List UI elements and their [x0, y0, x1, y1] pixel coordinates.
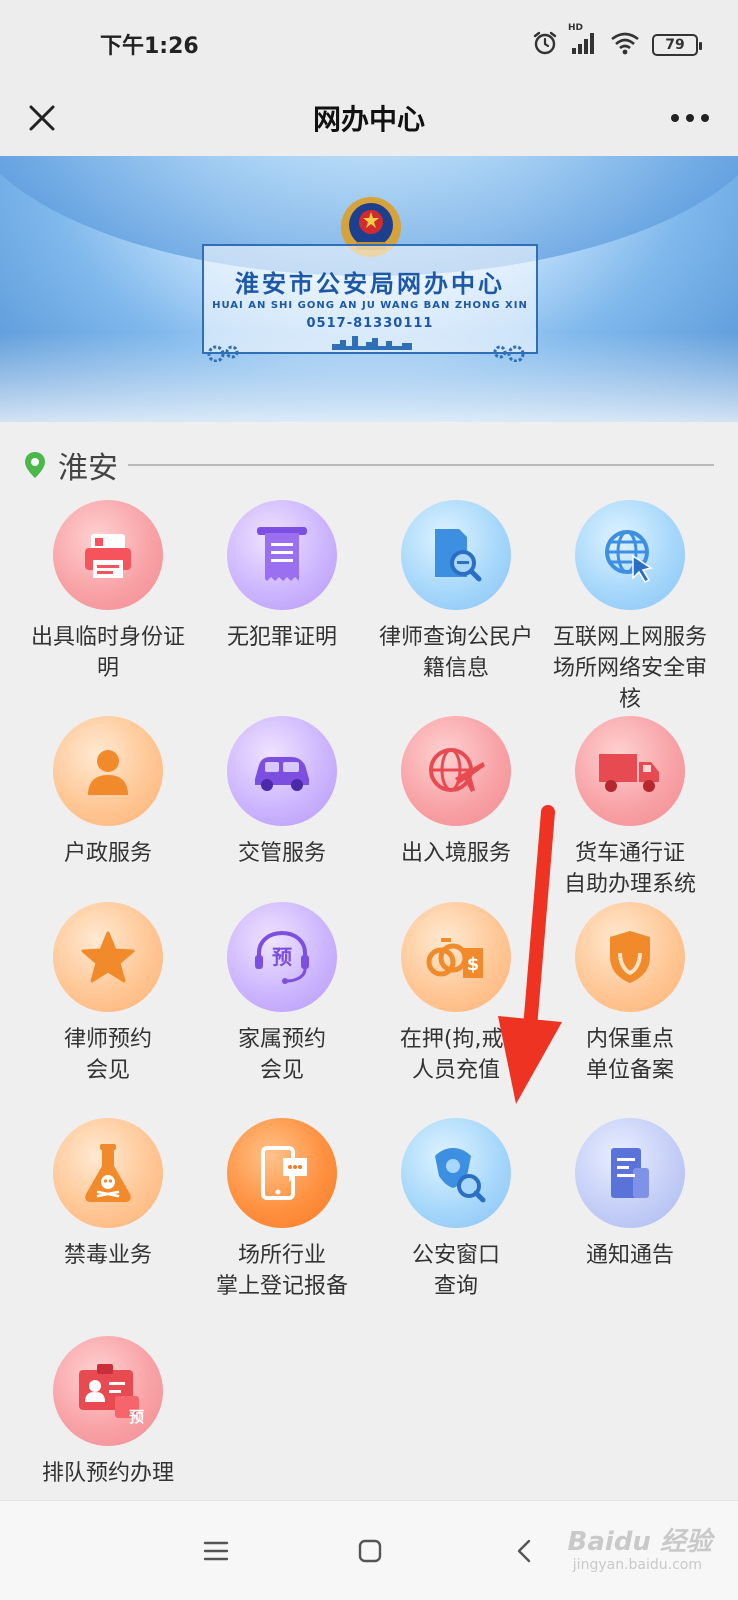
id-card-reserve-text: 预 [129, 1408, 145, 1426]
header-banner: 淮安市公安局网办中心 HUAI AN SHI GONG AN JU WANG B… [0, 156, 738, 422]
id-card-reserve-icon: 预 [53, 1336, 163, 1446]
service-venue-mobile-registration[interactable]: 场所行业 掌上登记报备 [190, 1118, 374, 1302]
poison-flask-icon [53, 1118, 163, 1228]
service-internet-venue-security[interactable]: 互联网上网服务 场所网络安全审 核 [538, 500, 722, 715]
svg-text:$: $ [467, 954, 480, 975]
status-bar: 下午1:26 HD 79 [0, 0, 738, 80]
receipt-icon [227, 500, 337, 610]
hd-label: HD [568, 23, 584, 33]
location-name: 淮安 [58, 451, 118, 486]
service-label: 户政服务 [63, 841, 152, 866]
signal-icon: HD [568, 23, 598, 59]
wifi-icon [610, 31, 640, 59]
service-anti-drug[interactable]: 禁毒业务 [16, 1118, 200, 1271]
back-button[interactable] [504, 1531, 544, 1571]
status-time: 下午1:26 [100, 34, 199, 59]
phone-chat-icon [227, 1118, 337, 1228]
person-icon [53, 716, 163, 826]
more-icon [671, 114, 709, 122]
service-queue-reservation[interactable]: 预 排队预约办理 [16, 1336, 200, 1489]
service-label: 交管服务 [237, 841, 326, 866]
city-skyline-icon [332, 336, 412, 350]
service-temporary-id-proof[interactable]: 出具临时身份证 明 [16, 500, 200, 684]
service-household-registration[interactable]: 户政服务 [16, 716, 200, 869]
car-icon [227, 716, 337, 826]
police-search-icon [401, 1118, 511, 1228]
service-no-criminal-record[interactable]: 无犯罪证明 [190, 500, 374, 653]
battery-level: 79 [665, 37, 685, 53]
service-notices[interactable]: 通知通告 [538, 1118, 722, 1271]
headset-reserve-text: 预 [272, 945, 292, 969]
gear-icon [207, 345, 239, 362]
service-police-window-query[interactable]: 公安窗口 查询 [364, 1118, 548, 1302]
globe-cursor-icon [575, 500, 685, 610]
watermark-brand: Baidu 经验 [567, 1527, 712, 1557]
service-lawyer-appointment[interactable]: 律师预约 会见 [16, 902, 200, 1086]
service-label: 内保重点 单位备案 [585, 1027, 674, 1083]
globe-plane-icon [401, 716, 511, 826]
service-traffic-management[interactable]: 交管服务 [190, 716, 374, 869]
home-button[interactable] [350, 1531, 390, 1571]
service-internal-security-filing[interactable]: 内保重点 单位备案 [538, 902, 722, 1086]
watermark-site: jingyan.baidu.com [572, 1557, 702, 1573]
service-label: 场所行业 掌上登记报备 [215, 1243, 348, 1299]
shield-icon [575, 902, 685, 1012]
banner-phone: 0517-81330111 [306, 316, 434, 331]
document-search-icon [401, 500, 511, 610]
menu-icon [203, 1541, 229, 1561]
banner-plate: 淮安市公安局网办中心 HUAI AN SHI GONG AN JU WANG B… [202, 244, 538, 354]
divider-line [128, 464, 714, 466]
back-chevron-icon [517, 1539, 531, 1563]
more-button[interactable] [660, 94, 720, 142]
service-label: 无犯罪证明 [226, 625, 337, 650]
service-label: 律师预约 会见 [63, 1027, 152, 1083]
printer-icon [53, 500, 163, 610]
service-label: 律师查询公民户 籍信息 [378, 625, 533, 681]
banner-title: 淮安市公安局网办中心 [235, 270, 505, 298]
gear-icon [493, 345, 525, 362]
banner-pinyin: HUAI AN SHI GONG AN JU WANG BAN ZHONG XI… [212, 300, 528, 311]
service-label: 排队预约办理 [41, 1461, 174, 1486]
service-label: 出入境服务 [400, 841, 511, 866]
notice-document-icon [575, 1118, 685, 1228]
title-bar: 网办中心 [0, 80, 738, 156]
service-label: 家属预约 会见 [237, 1027, 326, 1083]
location-section-header: 淮安 [24, 442, 714, 488]
truck-icon [575, 716, 685, 826]
battery-indicator: 79 [652, 34, 702, 56]
menu-button[interactable] [196, 1531, 236, 1571]
system-navigation-bar: Baidu 经验 jingyan.baidu.com [0, 1500, 738, 1600]
headset-icon: 预 [227, 902, 337, 1012]
service-family-appointment[interactable]: 预 家属预约 会见 [190, 902, 374, 1086]
service-label: 通知通告 [585, 1243, 674, 1268]
page-title: 网办中心 [312, 103, 425, 136]
service-label: 公安窗口 查询 [411, 1243, 500, 1299]
location-pin-icon [25, 452, 45, 478]
service-label: 货车通行证 自助办理系统 [563, 841, 696, 897]
service-exit-entry[interactable]: 出入境服务 [364, 716, 548, 869]
status-icons: HD 79 [532, 23, 702, 60]
star-icon [53, 902, 163, 1012]
service-truck-pass[interactable]: 货车通行证 自助办理系统 [538, 716, 722, 900]
service-label: 出具临时身份证 明 [30, 625, 185, 681]
home-square-icon [358, 1539, 382, 1563]
alarm-icon [532, 30, 558, 60]
service-label: 在押(拘,戒) 人员充值 [399, 1027, 513, 1083]
service-label: 互联网上网服务 场所网络安全审 核 [552, 625, 707, 712]
service-lawyer-household-query[interactable]: 律师查询公民户 籍信息 [364, 500, 548, 684]
service-label: 禁毒业务 [63, 1243, 152, 1268]
service-detainee-recharge[interactable]: $ 在押(拘,戒) 人员充值 [364, 902, 548, 1086]
handcuffs-money-icon: $ [401, 902, 511, 1012]
